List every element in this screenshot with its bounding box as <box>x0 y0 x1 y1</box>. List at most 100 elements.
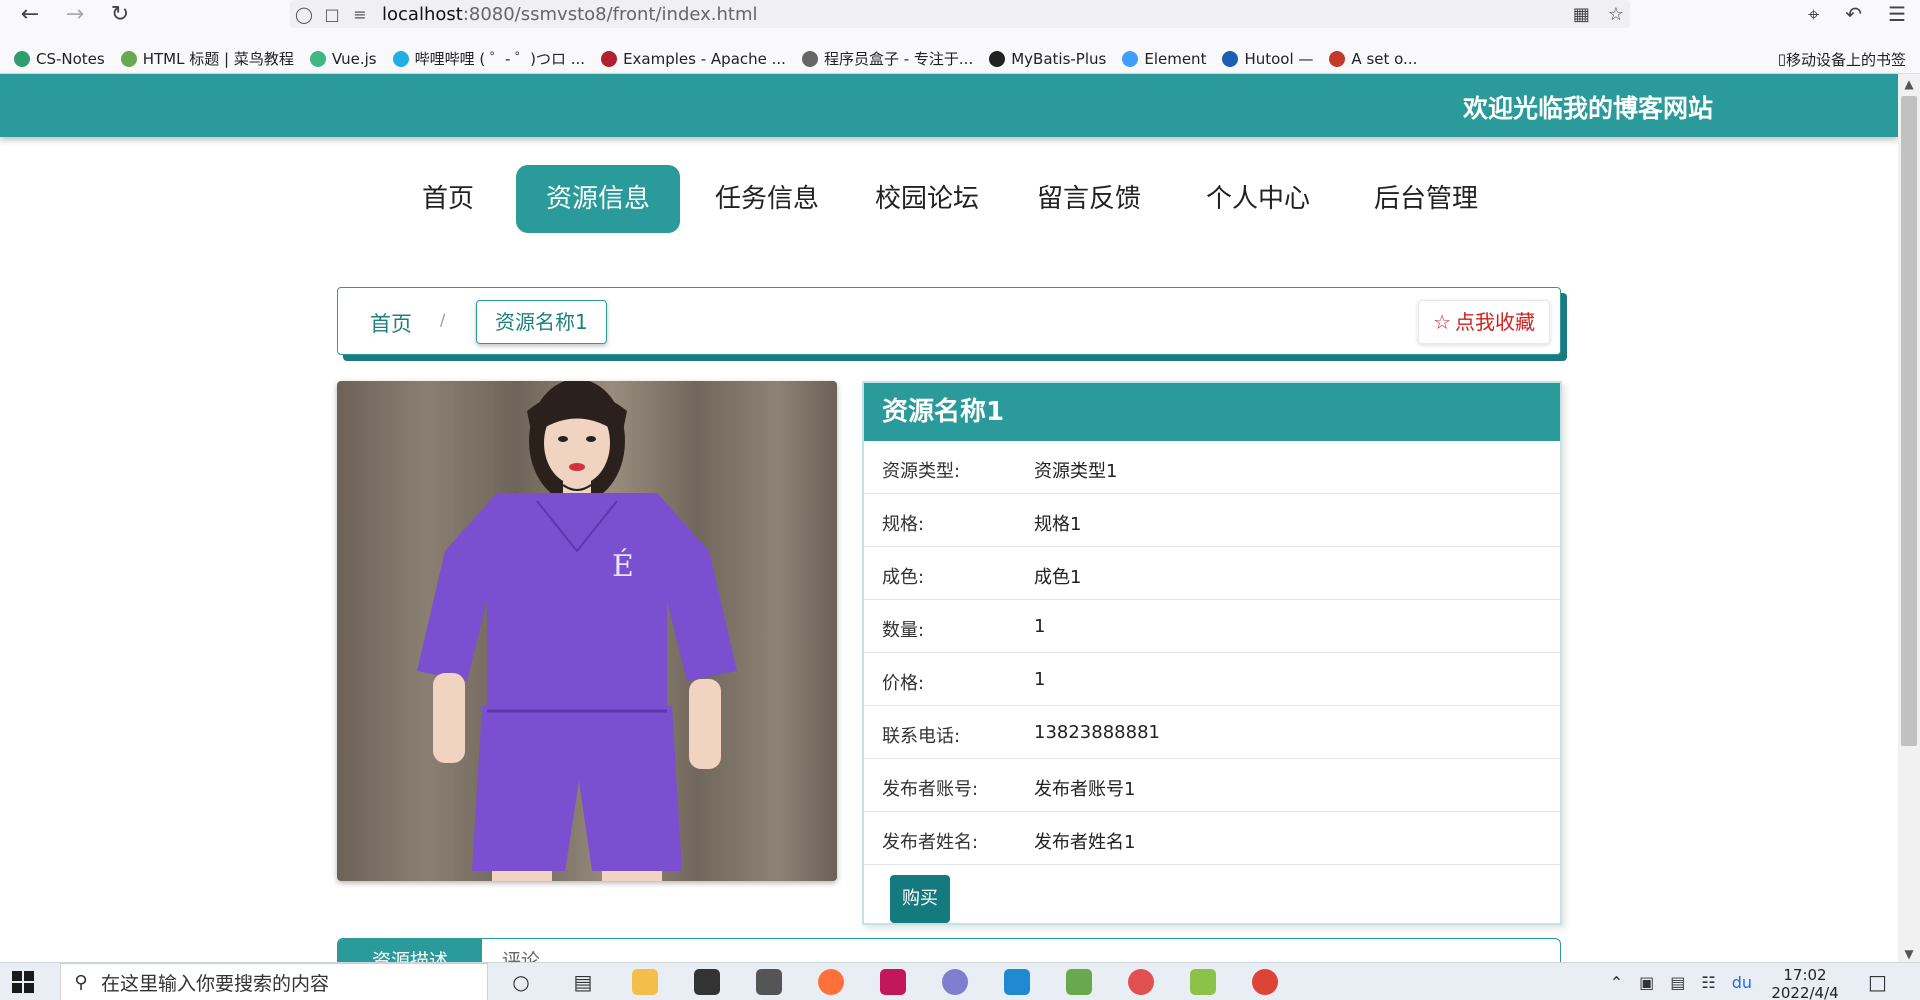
bookmark-label: HTML 标题 | 菜鸟教程 <box>142 50 294 68</box>
detail-value: 规格1 <box>1034 514 1082 535</box>
nav-item[interactable]: 任务信息 <box>702 165 832 233</box>
detail-label: 资源类型: <box>882 461 961 482</box>
bookmark-item[interactable]: A set o... <box>1329 50 1417 68</box>
crop-icon[interactable]: ⌖ <box>1808 2 1819 26</box>
bookmark-label: 程序员盒子 - 专注于... <box>823 50 974 68</box>
detail-row: 资源类型: 资源类型1 <box>864 441 1560 494</box>
svg-text:É: É <box>612 548 634 584</box>
detail-row: 数量: 1 <box>864 600 1560 653</box>
bookmark-favicon-icon <box>601 50 618 67</box>
firefox-icon[interactable] <box>815 967 847 997</box>
favorite-button[interactable]: ☆ 点我收藏 <box>1418 300 1550 344</box>
tray-chevron-icon[interactable]: ⌃ <box>1610 973 1623 992</box>
display-icon[interactable]: ▤ <box>1670 973 1685 992</box>
detail-value: 1 <box>1034 669 1046 690</box>
notification-icon[interactable]: □ <box>1868 970 1887 994</box>
bookmark-favicon-icon <box>309 50 326 67</box>
forward-arrow-icon[interactable]: → <box>55 0 95 28</box>
notepad-icon[interactable] <box>1063 967 1095 997</box>
bookmark-favicon-icon <box>392 50 409 67</box>
nav-item[interactable]: 资源信息 <box>516 165 680 233</box>
dolphin-icon[interactable] <box>939 967 971 997</box>
bookmark-favicon-icon <box>120 50 137 67</box>
baidu-icon[interactable]: du <box>1732 973 1752 992</box>
file-explorer-icon[interactable] <box>629 967 661 997</box>
breadcrumb-home[interactable]: 首页 <box>370 308 412 338</box>
detail-value: 发布者账号1 <box>1034 779 1136 800</box>
scrollbar-thumb[interactable] <box>1901 96 1917 746</box>
clock-time: 17:02 <box>1783 966 1827 984</box>
network-icon[interactable]: ▣ <box>1639 973 1654 992</box>
vscode-icon[interactable] <box>1001 967 1033 997</box>
taskbar-clock[interactable]: 17:02 2022/4/4 <box>1770 966 1840 1000</box>
bookmark-favicon-icon <box>1329 50 1346 67</box>
breadcrumb-separator: / <box>440 310 446 329</box>
mobile-bookmarks-label: 移动设备上的书签 <box>1785 50 1906 69</box>
bookmark-favicon-icon <box>801 50 818 67</box>
undo-icon[interactable]: ↶ <box>1845 2 1862 26</box>
search-icon: ⚲ <box>74 971 88 993</box>
resource-title: 资源名称1 <box>864 383 1560 441</box>
bookmark-item[interactable]: 程序员盒子 - 专注于... <box>801 48 974 69</box>
url-host: localhost <box>382 3 463 25</box>
nav-item[interactable]: 首页 <box>408 165 488 233</box>
bookmark-item[interactable]: HTML 标题 | 菜鸟教程 <box>120 48 294 69</box>
scroll-down-icon[interactable]: ▼ <box>1898 944 1920 964</box>
cortana-icon[interactable]: ○ <box>505 967 537 997</box>
bookmark-label: CS-Notes <box>36 49 105 68</box>
bookmark-label: A set o... <box>1351 49 1418 68</box>
task-view-icon[interactable]: ▤ <box>567 967 599 997</box>
back-arrow-icon[interactable]: ← <box>10 0 50 28</box>
nav-item[interactable]: 校园论坛 <box>862 165 992 233</box>
permissions-icon[interactable]: ≡ <box>346 5 374 24</box>
store-icon[interactable] <box>691 967 723 997</box>
breadcrumb-current[interactable]: 资源名称1 <box>476 300 607 344</box>
detail-value: 13823888881 <box>1034 722 1160 743</box>
detail-value: 1 <box>1034 616 1046 637</box>
qr-code-icon[interactable]: ▦ <box>1573 4 1590 25</box>
bookmark-favicon-icon <box>1222 50 1239 67</box>
reload-icon[interactable]: ↻ <box>100 0 140 28</box>
vertical-scrollbar[interactable]: ▲ ▼ <box>1898 74 1920 964</box>
bookmark-item[interactable]: CS-Notes <box>14 50 105 68</box>
buy-button[interactable]: 购买 <box>890 875 950 923</box>
scroll-up-icon[interactable]: ▲ <box>1898 74 1920 94</box>
chrome-icon[interactable] <box>1249 967 1281 997</box>
detail-label: 规格: <box>882 514 925 535</box>
detail-value: 成色1 <box>1034 567 1082 588</box>
bookmark-item[interactable]: Examples - Apache ... <box>601 50 786 68</box>
detail-label: 价格: <box>882 673 925 694</box>
mobile-bookmarks[interactable]: ▯ 移动设备上的书签 <box>1778 44 1906 74</box>
image-app-icon[interactable] <box>1187 967 1219 997</box>
detail-label: 联系电话: <box>882 726 961 747</box>
menu-icon[interactable]: ☰ <box>1888 2 1906 26</box>
nav-item[interactable]: 后台管理 <box>1356 165 1496 233</box>
detail-row: 规格: 规格1 <box>864 494 1560 547</box>
windows-start-icon[interactable] <box>12 971 34 993</box>
nav-item[interactable]: 个人中心 <box>1188 165 1328 233</box>
bookmark-star-icon[interactable]: ☆ <box>1608 4 1624 25</box>
input-method-icon[interactable]: ☷ <box>1701 973 1715 992</box>
bookmark-item[interactable]: Vue.js <box>309 50 377 68</box>
bookmark-label: MyBatis-Plus <box>1011 49 1107 68</box>
product-image: É <box>337 381 837 881</box>
bookmark-item[interactable]: MyBatis-Plus <box>989 50 1106 68</box>
detail-label: 发布者账号: <box>882 779 979 800</box>
bookmarks-bar: CS-Notes HTML 标题 | 菜鸟教程 Vue.js 哔哩哔哩 ( ゜- ゜)… <box>0 44 1920 74</box>
nav-item[interactable]: 留言反馈 <box>1024 165 1154 233</box>
bookmark-label: 哔哩哔哩 ( ゜- ゜)つロ ... <box>414 50 586 68</box>
shield-icon[interactable]: ◯ <box>290 5 318 24</box>
taskbar-search[interactable]: ⚲ 在这里输入你要搜索的内容 <box>60 963 488 1000</box>
detail-row: 价格: 1 <box>864 653 1560 706</box>
snail-app-icon[interactable] <box>1125 967 1157 997</box>
intellij-icon[interactable] <box>877 967 909 997</box>
mail-icon[interactable] <box>753 967 785 997</box>
url-text[interactable]: localhost:8080/ssmvsto8/front/index.html <box>382 4 758 25</box>
detail-row: 成色: 成色1 <box>864 547 1560 600</box>
address-bar[interactable]: ◯ □ ≡ localhost:8080/ssmvsto8/front/inde… <box>290 0 1630 28</box>
bookmark-item[interactable]: 哔哩哔哩 ( ゜- ゜)つロ ... <box>392 48 586 69</box>
bookmark-favicon-icon <box>14 50 30 67</box>
detail-rows: 资源类型: 资源类型1 规格: 规格1 成色: 成色1 数量: 1 价格: 1 联系电话: 13823… <box>864 441 1560 865</box>
bookmark-item[interactable]: Element <box>1122 50 1206 68</box>
bookmark-item[interactable]: Hutool — <box>1222 50 1313 68</box>
